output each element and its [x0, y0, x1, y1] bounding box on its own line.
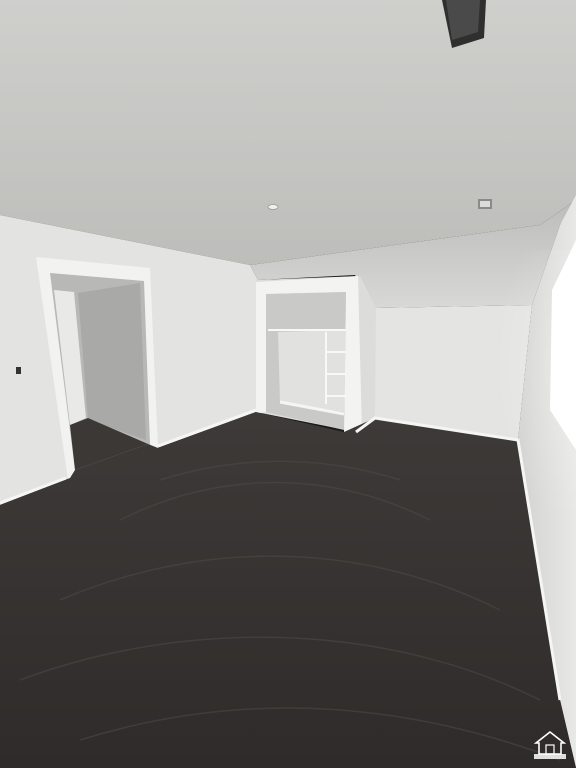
room-scene — [0, 0, 576, 768]
house-logo-icon — [533, 730, 567, 759]
recessed-light — [267, 204, 279, 210]
light-switch — [16, 367, 21, 374]
ceiling — [0, 0, 576, 265]
